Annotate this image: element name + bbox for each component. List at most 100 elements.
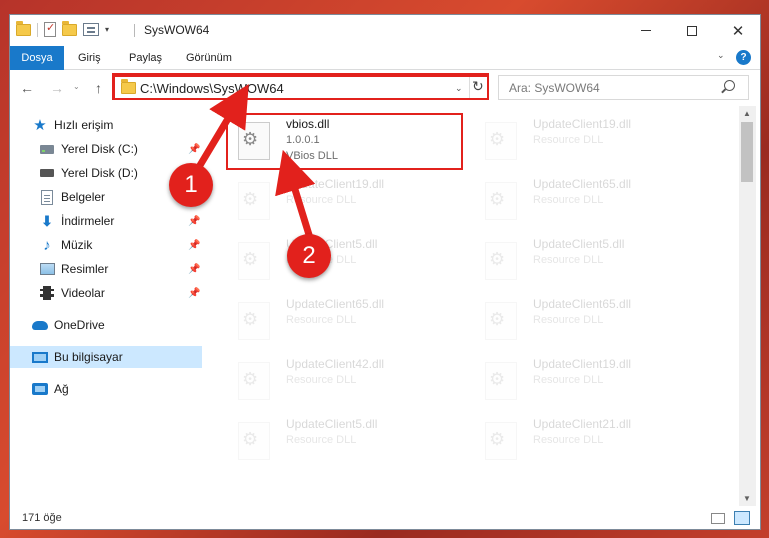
dll-file-icon xyxy=(485,182,517,220)
dll-file-icon xyxy=(485,242,517,280)
details-view-icon[interactable] xyxy=(711,513,725,524)
minimize-icon xyxy=(641,30,651,31)
tab-share[interactable]: Paylaş xyxy=(129,46,162,70)
ribbon-tabs: Dosya Giriş Paylaş Görünüm ⌄ ? xyxy=(10,46,760,70)
scroll-up-arrow-icon[interactable]: ▲ xyxy=(743,109,751,118)
file-name: UpdateClient65.dll xyxy=(286,297,385,311)
file-item[interactable]: UpdateClient65.dll Resource DLL xyxy=(473,292,713,346)
sidebar-item-onedrive[interactable]: OneDrive xyxy=(10,314,202,336)
sidebar-item-videos[interactable]: Videolar 📌 xyxy=(10,282,202,304)
music-icon: ♪ xyxy=(43,236,51,254)
scrollbar-thumb[interactable] xyxy=(741,122,753,182)
tiles-view-icon[interactable] xyxy=(734,511,750,525)
properties-icon[interactable] xyxy=(83,23,99,36)
file-item[interactable]: UpdateClient5.dll Resource DLL xyxy=(226,412,466,466)
sidebar-item-label: Ağ xyxy=(54,382,69,396)
file-name: UpdateClient19.dll xyxy=(533,117,632,131)
file-item[interactable]: UpdateClient5.dll Resource DLL xyxy=(473,232,713,286)
file-description: Resource DLL xyxy=(286,374,357,386)
sidebar-item-network[interactable]: Ağ xyxy=(10,378,202,400)
dll-file-icon xyxy=(485,362,517,400)
file-description: Resource DLL xyxy=(286,434,357,446)
file-item[interactable]: UpdateClient19.dll Resource DLL xyxy=(473,112,713,166)
new-folder-icon[interactable] xyxy=(62,20,77,36)
sidebar-item-label: Hızlı erişim xyxy=(54,118,114,132)
star-icon: ★ xyxy=(33,117,47,134)
file-name: UpdateClient5.dll xyxy=(533,237,625,251)
sidebar-item-label: Yerel Disk (D:) xyxy=(61,166,138,180)
pin-icon[interactable]: 📌 xyxy=(188,288,200,299)
documents-icon xyxy=(39,189,55,205)
sidebar-item-label: Bu bilgisayar xyxy=(54,350,123,364)
dll-file-icon xyxy=(238,182,270,220)
up-arrow-icon[interactable]: ↑ xyxy=(95,80,102,96)
sidebar-item-this-pc[interactable]: Bu bilgisayar xyxy=(10,346,202,368)
step-1-badge: 1 xyxy=(169,163,213,207)
file-item[interactable]: UpdateClient65.dll Resource DLL xyxy=(473,172,713,226)
quick-access-toolbar: ▾ xyxy=(16,20,109,37)
tab-home[interactable]: Giriş xyxy=(78,46,101,70)
file-item[interactable]: UpdateClient19.dll Resource DLL xyxy=(473,352,713,406)
cloud-icon xyxy=(32,317,48,333)
tab-file[interactable]: Dosya xyxy=(10,46,64,70)
sidebar-item-label: Belgeler xyxy=(61,190,106,204)
title-bar: ▾ SysWOW64 ✕ xyxy=(10,15,760,46)
drive-icon xyxy=(39,165,55,181)
pin-icon[interactable]: 📌 xyxy=(188,240,200,251)
pin-icon[interactable]: 📌 xyxy=(188,264,200,275)
search-icon[interactable] xyxy=(724,80,735,91)
sidebar-item-quick-access[interactable]: ★ Hızlı erişim xyxy=(10,114,202,136)
help-icon[interactable]: ? xyxy=(736,50,751,65)
file-name: UpdateClient65.dll xyxy=(533,177,632,191)
dll-file-icon xyxy=(485,122,517,160)
file-name: UpdateClient42.dll xyxy=(286,357,385,371)
sidebar-item-music[interactable]: ♪ Müzik 📌 xyxy=(10,234,202,256)
file-description: Resource DLL xyxy=(533,434,604,446)
close-button[interactable]: ✕ xyxy=(715,15,760,46)
navigation-pane: ★ Hızlı erişim Yerel Disk (C:) 📌 Yerel D… xyxy=(10,106,202,506)
properties-check-icon[interactable] xyxy=(44,21,56,37)
title-divider xyxy=(134,24,135,37)
customize-toolbar-chevron-icon[interactable]: ▾ xyxy=(105,25,109,34)
sidebar-item-label: İndirmeler xyxy=(61,214,115,228)
file-description: Resource DLL xyxy=(286,314,357,326)
recent-locations-chevron-icon[interactable]: ⌄ xyxy=(73,82,80,91)
file-item[interactable]: UpdateClient42.dll Resource DLL xyxy=(226,352,466,406)
forward-arrow-icon[interactable]: → xyxy=(50,80,64,96)
close-icon: ✕ xyxy=(731,22,745,40)
pin-icon[interactable]: 📌 xyxy=(188,216,200,227)
file-description: Resource DLL xyxy=(533,314,604,326)
vertical-scrollbar[interactable]: ▲ ▼ xyxy=(739,106,756,506)
file-description: Resource DLL xyxy=(533,194,604,206)
dll-file-icon xyxy=(485,302,517,340)
file-item[interactable]: UpdateClient19.dll Resource DLL xyxy=(226,172,466,226)
file-name: UpdateClient5.dll xyxy=(286,417,378,431)
folder-icon xyxy=(16,20,31,36)
sidebar-item-downloads[interactable]: ⬇ İndirmeler 📌 xyxy=(10,210,202,232)
file-item[interactable]: UpdateClient65.dll Resource DLL xyxy=(226,292,466,346)
dll-file-icon xyxy=(485,422,517,460)
minimize-button[interactable] xyxy=(623,15,669,46)
file-item[interactable]: UpdateClient5.dll Resource DLL xyxy=(226,232,466,286)
expand-ribbon-chevron-icon[interactable]: ⌄ xyxy=(717,50,725,61)
search-placeholder[interactable]: Ara: SysWOW64 xyxy=(509,81,600,95)
file-description: Resource DLL xyxy=(533,254,604,266)
sidebar-item-label: Resimler xyxy=(61,262,109,276)
sidebar-item-disk-c[interactable]: Yerel Disk (C:) 📌 xyxy=(10,138,202,160)
sidebar-item-label: OneDrive xyxy=(54,318,105,332)
scroll-down-arrow-icon[interactable]: ▼ xyxy=(743,494,751,503)
search-box[interactable]: Ara: SysWOW64 xyxy=(498,75,749,100)
pictures-icon xyxy=(39,261,55,277)
step-2-badge: 2 xyxy=(287,234,331,278)
pin-icon[interactable]: 📌 xyxy=(188,144,200,155)
maximize-button[interactable] xyxy=(669,15,715,46)
file-item[interactable]: UpdateClient21.dll Resource DLL xyxy=(473,412,713,466)
tab-view[interactable]: Görünüm xyxy=(186,46,232,70)
sidebar-item-label: Yerel Disk (C:) xyxy=(61,142,138,156)
back-arrow-icon[interactable]: ← xyxy=(20,80,34,96)
sidebar-item-pictures[interactable]: Resimler 📌 xyxy=(10,258,202,280)
status-bar: 171 öğe xyxy=(10,506,760,529)
dll-file-icon xyxy=(238,242,270,280)
file-description: Resource DLL xyxy=(533,374,604,386)
file-name: UpdateClient19.dll xyxy=(533,357,632,371)
